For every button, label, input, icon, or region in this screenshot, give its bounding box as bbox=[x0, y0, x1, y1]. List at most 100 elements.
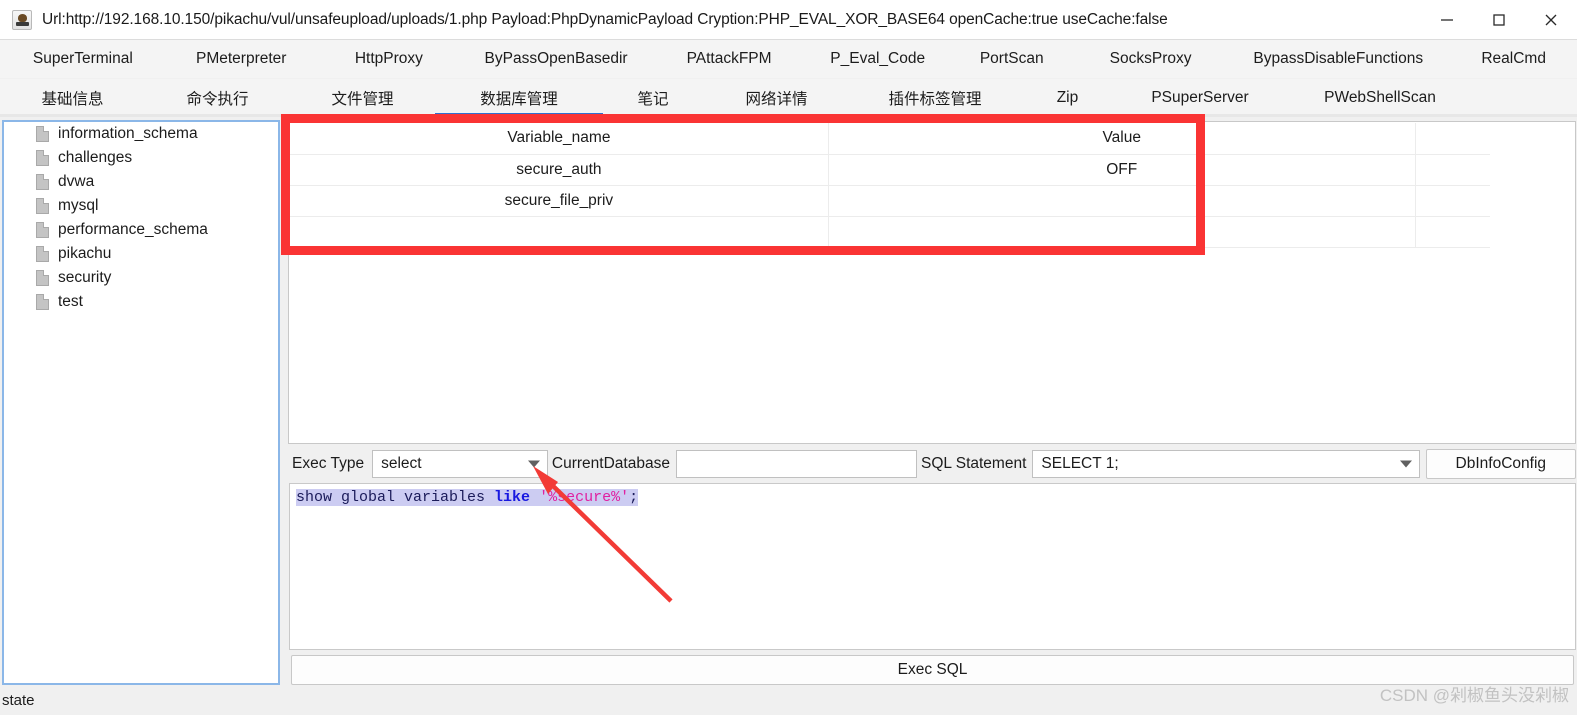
database-icon bbox=[36, 222, 49, 238]
column-header-value[interactable]: Value bbox=[828, 123, 1416, 155]
java-coffee-cup-icon bbox=[12, 9, 32, 30]
exec-type-label: Exec Type bbox=[292, 455, 365, 472]
watermark: CSDN @剁椒鱼头没剁椒 bbox=[1379, 686, 1569, 705]
tab-label: P_Eval_Code bbox=[830, 50, 926, 67]
tab-2[interactable]: PMeterpreter bbox=[166, 40, 317, 78]
sql-toolbar: Exec Type select CurrentDatabase SQL Sta… bbox=[288, 448, 1576, 480]
database-tree-item[interactable]: dvwa bbox=[4, 170, 278, 194]
sql-token-plain: ; bbox=[629, 489, 639, 506]
cell-extra bbox=[1415, 154, 1490, 186]
tab-label: 文件管理 bbox=[331, 91, 394, 108]
tab-label: PortScan bbox=[979, 50, 1044, 67]
tab-3[interactable]: HttpProxy bbox=[317, 40, 461, 78]
tab-label: PWebShellScan bbox=[1324, 89, 1436, 106]
tab-6[interactable]: P_Eval_Code bbox=[807, 40, 948, 78]
database-tree-item[interactable]: pikachu bbox=[4, 242, 278, 266]
database-tree-item[interactable]: test bbox=[4, 290, 278, 314]
tab-label: 数据库管理 bbox=[480, 91, 558, 108]
database-icon bbox=[36, 198, 49, 214]
tab-3[interactable]: 文件管理 bbox=[290, 79, 435, 117]
tab-label: PMeterpreter bbox=[196, 50, 287, 67]
database-tree-item-label: information_schema bbox=[58, 125, 198, 142]
column-header-variable-name[interactable]: Variable_name bbox=[290, 123, 829, 155]
cell-variable-name: secure_auth bbox=[290, 154, 829, 186]
window-title: Url:http://192.168.10.150/pikachu/vul/un… bbox=[42, 10, 1168, 28]
exec-type-dropdown[interactable]: select bbox=[372, 450, 548, 478]
feature-tab-bar: 基础信息 命令执行 文件管理 数据库管理 笔记 网络详情 插件标签管理 Zip PSuperSe… bbox=[0, 79, 1577, 117]
database-tree-item[interactable]: mysql bbox=[4, 194, 278, 218]
tab-9[interactable]: PSuperServer bbox=[1115, 79, 1285, 117]
database-tree-item-label: challenges bbox=[58, 149, 133, 166]
tab-8[interactable]: Zip bbox=[1020, 79, 1115, 117]
cell-extra bbox=[1415, 185, 1490, 217]
tab-5[interactable]: PAttackFPM bbox=[651, 40, 807, 78]
tab-5[interactable]: 笔记 bbox=[603, 79, 703, 117]
chevron-down-icon bbox=[1399, 460, 1412, 468]
table-row[interactable]: secure_file_priv bbox=[290, 185, 1490, 217]
tab-label: SocksProxy bbox=[1109, 50, 1192, 67]
dbinfo-config-button[interactable]: DbInfoConfig bbox=[1425, 449, 1576, 479]
database-tree-item-label: dvwa bbox=[58, 173, 95, 190]
query-result-panel: Variable_name Value secure_auth OFF secure… bbox=[288, 121, 1576, 444]
query-result-table: Variable_name Value secure_auth OFF secure… bbox=[290, 123, 1490, 248]
minimize-icon[interactable] bbox=[1421, 0, 1473, 40]
table-header-row: Variable_name Value bbox=[290, 123, 1490, 155]
tab-label: 基础信息 bbox=[41, 91, 104, 108]
database-tree-item[interactable]: information_schema bbox=[4, 122, 278, 146]
sql-statement-value: SELECT 1; bbox=[1041, 455, 1119, 472]
database-icon bbox=[36, 126, 49, 142]
tab-label: 命令执行 bbox=[186, 91, 249, 108]
table-row[interactable]: secure_auth OFF bbox=[290, 154, 1490, 186]
database-tree-item[interactable]: security bbox=[4, 266, 278, 290]
column-header-extra[interactable] bbox=[1415, 123, 1490, 155]
sql-editor[interactable]: show global variables like '%secure%'; bbox=[289, 483, 1576, 650]
tab-7[interactable]: 插件标签管理 bbox=[850, 79, 1020, 117]
tab-7[interactable]: PortScan bbox=[948, 40, 1075, 78]
tab-2[interactable]: 命令执行 bbox=[145, 79, 290, 117]
tab-1[interactable]: SuperTerminal bbox=[0, 40, 166, 78]
tab-10[interactable]: RealCmd bbox=[1450, 40, 1577, 78]
database-tree-list: information_schema challenges dvwa mysql per… bbox=[4, 122, 278, 314]
database-tree-item-label: mysql bbox=[58, 197, 99, 214]
database-icon bbox=[36, 246, 49, 262]
tab-4[interactable]: ByPassOpenBasedir bbox=[461, 40, 651, 78]
tab-1[interactable]: 基础信息 bbox=[0, 79, 145, 117]
sql-statement-dropdown[interactable]: SELECT 1; bbox=[1032, 450, 1420, 478]
cell-empty bbox=[290, 216, 829, 248]
tab-label: PSuperServer bbox=[1151, 89, 1249, 106]
tab-label: 网络详情 bbox=[745, 91, 808, 108]
database-tree-item-label: pikachu bbox=[58, 245, 112, 262]
tab-label: HttpProxy bbox=[354, 50, 423, 67]
current-database-input[interactable] bbox=[675, 450, 917, 478]
application-window: Url:http://192.168.10.150/pikachu/vul/un… bbox=[0, 0, 1577, 715]
close-icon[interactable] bbox=[1525, 0, 1577, 40]
maximize-icon[interactable] bbox=[1473, 0, 1525, 40]
database-tree-panel[interactable]: information_schema challenges dvwa mysql per… bbox=[2, 120, 280, 685]
tab-bar-divider bbox=[0, 114, 1577, 117]
sql-editor-line: show global variables like '%secure%'; bbox=[296, 488, 1569, 508]
window-controls bbox=[1421, 0, 1577, 40]
status-bar: state bbox=[0, 686, 1577, 715]
tab-6[interactable]: 网络详情 bbox=[703, 79, 850, 117]
tab-label: Zip bbox=[1056, 89, 1079, 106]
database-tree-item[interactable]: performance_schema bbox=[4, 218, 278, 242]
tab-label: BypassDisableFunctions bbox=[1253, 50, 1424, 67]
tab-4[interactable]: 数据库管理 bbox=[435, 79, 603, 117]
status-text: state bbox=[2, 692, 35, 709]
tab-8[interactable]: SocksProxy bbox=[1075, 40, 1226, 78]
tab-9[interactable]: BypassDisableFunctions bbox=[1226, 40, 1450, 78]
sql-token-string: '%secure%' bbox=[539, 489, 630, 506]
cell-empty bbox=[828, 216, 1416, 248]
tab-label: ByPassOpenBasedir bbox=[484, 50, 628, 67]
exec-type-value: select bbox=[381, 455, 422, 472]
database-icon bbox=[36, 294, 49, 310]
tab-label: SuperTerminal bbox=[32, 50, 133, 67]
cell-value bbox=[828, 185, 1416, 217]
database-tree-item[interactable]: challenges bbox=[4, 146, 278, 170]
cell-value: OFF bbox=[828, 154, 1416, 186]
database-icon bbox=[36, 270, 49, 286]
sql-selection: show global variables like '%secure%'; bbox=[296, 489, 639, 506]
plugin-tab-bar: SuperTerminal PMeterpreter HttpProxy ByPass… bbox=[0, 40, 1577, 78]
tab-10[interactable]: PWebShellScan bbox=[1285, 79, 1475, 117]
database-tree-item-label: security bbox=[58, 269, 112, 286]
